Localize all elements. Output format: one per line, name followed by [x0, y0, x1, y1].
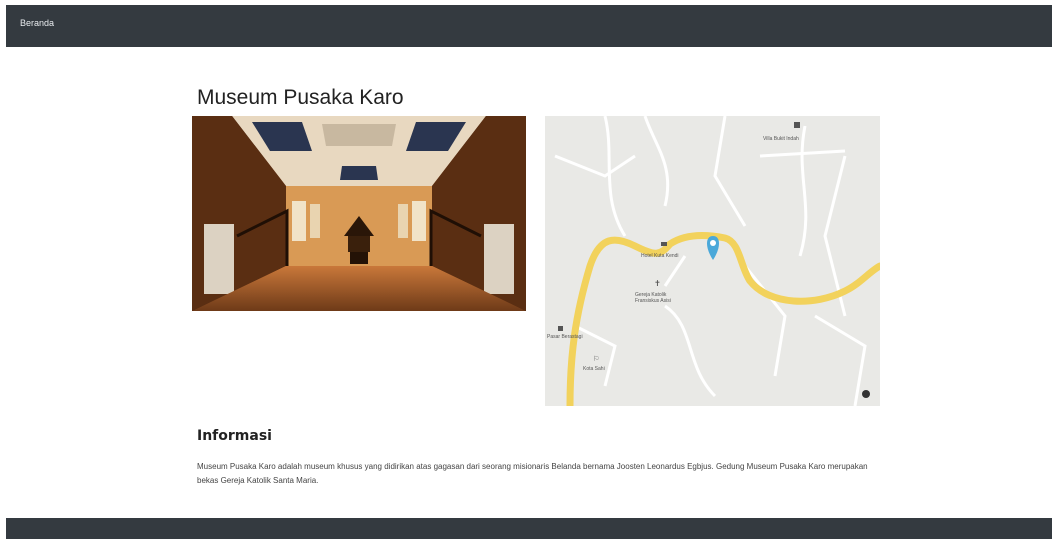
info-heading: Informasi: [197, 428, 272, 444]
map-canvas: ✝ ⚐: [545, 116, 880, 406]
map-control-icon[interactable]: [862, 390, 870, 398]
museum-interior-illustration: [192, 116, 526, 311]
navbar: Beranda: [6, 5, 1052, 47]
footer: [6, 518, 1052, 539]
page-title: Museum Pusaka Karo: [197, 86, 404, 109]
hotel-icon: [794, 122, 800, 128]
museum-photo: [192, 116, 526, 311]
church-icon: ✝: [654, 279, 661, 288]
map-label-hotel: Hotel Kuta Kendi: [641, 253, 679, 259]
map-label-church: Gereja Katolik Fransiskus Asisi: [635, 292, 671, 304]
bed-icon: [661, 242, 667, 246]
map-label-market: Pasar Berastagi: [547, 334, 583, 340]
location-map[interactable]: ✝ ⚐ Villa Bukit Indah Hotel Kuta Kendi G…: [545, 116, 880, 406]
school-icon: ⚐: [593, 355, 599, 363]
info-text: Museum Pusaka Karo adalah museum khusus …: [197, 462, 868, 485]
map-label-school: Kota Sahi: [583, 366, 605, 372]
market-icon: [558, 326, 563, 331]
nav-brand-link[interactable]: Beranda: [20, 18, 54, 28]
map-label-villa: Villa Bukit Indah: [763, 136, 799, 142]
